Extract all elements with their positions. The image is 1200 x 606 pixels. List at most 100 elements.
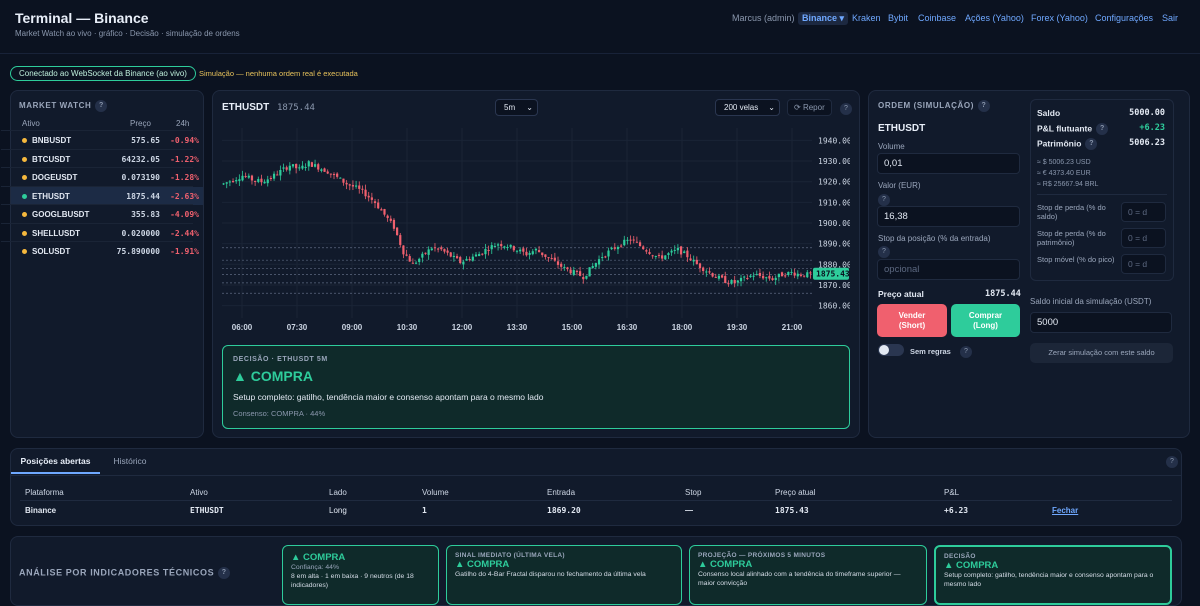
- market-row-solusdt[interactable]: SOLUSDT 75.890000 -1.91%: [11, 242, 203, 260]
- candle-body: [254, 180, 257, 182]
- candle-body: [471, 256, 474, 261]
- tab-open-positions[interactable]: Posições abertas: [11, 449, 100, 474]
- help-icon[interactable]: ?: [878, 194, 890, 206]
- nav-acoes[interactable]: Ações (Yahoo): [965, 13, 1024, 23]
- pnl-row: P&L flutuante? +6.23: [1037, 123, 1165, 135]
- nav-sair[interactable]: Sair: [1162, 13, 1178, 23]
- market-row-ethusdt[interactable]: ETHUSDT 1875.44 -2.63%: [11, 186, 203, 205]
- market-row-btcusdt[interactable]: BTCUSDT 64232.05 -1.22%: [11, 150, 203, 168]
- candle-body: [777, 273, 780, 278]
- candle-body: [796, 273, 799, 277]
- help-icon[interactable]: ?: [1166, 456, 1178, 468]
- help-icon[interactable]: ?: [977, 100, 990, 112]
- sell-button[interactable]: Vender (Short): [877, 304, 947, 337]
- stop-peak-input[interactable]: 0 = d: [1121, 254, 1166, 274]
- candle-body: [550, 258, 553, 260]
- nav-forex[interactable]: Forex (Yahoo): [1031, 13, 1088, 23]
- volume-label: Volume: [878, 142, 905, 151]
- reset-chart-button[interactable]: ⟳ Repor: [787, 99, 832, 116]
- stop-peak-label: Stop móvel (% do pico): [1037, 255, 1115, 264]
- divider: [1037, 194, 1167, 195]
- market-row-googlbusdt[interactable]: GOOGLBUSDT 355.83 -4.09%: [11, 205, 203, 223]
- candle-body: [446, 250, 449, 253]
- nav-user[interactable]: Marcus (admin): [732, 13, 795, 23]
- candle-body: [689, 258, 692, 261]
- price-chart[interactable]: 1940.00 1930.00 1920.00 1910.00 1900.00 1890.…: [222, 124, 850, 340]
- candle-body: [560, 263, 563, 267]
- card-text: 8 em alta · 1 em baixa · 9 neutros (de 1…: [291, 573, 414, 589]
- value-label: Valor (EUR): [878, 181, 921, 190]
- market-row-shellusdt[interactable]: SHELLUSDT 0.020000 -2.44%: [11, 224, 203, 242]
- candle-body: [708, 271, 711, 273]
- help-icon[interactable]: ?: [1096, 123, 1109, 135]
- value-input[interactable]: 16,38: [877, 206, 1020, 227]
- ws-status-badge: Conectado ao WebSocket da Binance (ao vi…: [10, 66, 196, 81]
- market-row-bnbusdt[interactable]: BNBUSDT 575.65 -0.94%: [11, 131, 203, 149]
- nav-config[interactable]: Configurações: [1095, 13, 1153, 23]
- candle-body: [780, 272, 784, 277]
- stop-position-input[interactable]: opcional: [877, 259, 1020, 280]
- help-icon[interactable]: ?: [878, 246, 890, 258]
- candle-body: [566, 267, 569, 270]
- nav-kraken[interactable]: Kraken: [852, 13, 881, 23]
- candle-body: [367, 195, 370, 198]
- candle-body: [465, 258, 468, 261]
- candle-body: [790, 271, 793, 273]
- nav-bybit[interactable]: Bybit: [888, 13, 908, 23]
- y-tick-label: 1860.00: [818, 302, 850, 311]
- help-icon[interactable]: ?: [218, 567, 231, 579]
- buy-button[interactable]: Comprar (Long): [951, 304, 1020, 337]
- candle-body: [771, 278, 774, 281]
- nav-binance[interactable]: Binance ▾: [798, 12, 849, 25]
- candle-body: [351, 185, 355, 187]
- candle-body: [373, 201, 377, 204]
- candle-body: [676, 247, 680, 251]
- candle-body: [462, 261, 465, 265]
- candle-body: [418, 258, 421, 262]
- help-icon[interactable]: ?: [840, 103, 852, 115]
- init-balance-input[interactable]: 5000: [1030, 312, 1172, 333]
- candles-select[interactable]: 200 velas ⌄: [715, 99, 780, 116]
- x-tick-label: 07:30: [287, 323, 308, 332]
- volume-input[interactable]: 0,01: [877, 153, 1020, 174]
- candle-body: [228, 181, 231, 183]
- market-price: 355.83: [131, 210, 160, 219]
- card-text: Consenso local alinhado com a tendência …: [698, 571, 901, 587]
- tab-history[interactable]: Histórico: [100, 449, 160, 474]
- interval-select[interactable]: 5m ⌄: [495, 99, 538, 116]
- x-tick-label: 16:30: [617, 323, 638, 332]
- candle-body: [298, 167, 301, 169]
- nav-coinbase[interactable]: Coinbase: [918, 13, 956, 23]
- x-tick-label: 12:00: [452, 323, 473, 332]
- close-position-link[interactable]: Fechar: [1052, 506, 1078, 515]
- candle-body: [238, 179, 241, 182]
- candle-body: [547, 257, 550, 259]
- help-icon[interactable]: ?: [1085, 138, 1098, 150]
- candle-body: [635, 241, 638, 243]
- help-icon[interactable]: ?: [95, 100, 108, 112]
- market-row-dogeusdt[interactable]: DOGEUSDT 0.073190 -1.28%: [11, 168, 203, 186]
- candle-body: [430, 248, 433, 251]
- stop-balance-input[interactable]: 0 = d: [1121, 202, 1166, 222]
- candle-body: [231, 180, 235, 182]
- candle-body: [683, 251, 686, 253]
- candle-body: [276, 174, 279, 176]
- status-dot-icon: [22, 212, 27, 217]
- no-rules-toggle[interactable]: [878, 344, 904, 356]
- order-title: ORDEM (SIMULAÇÃO)?: [878, 100, 990, 112]
- candle-body: [288, 165, 291, 171]
- candle-body: [724, 276, 727, 283]
- candle-body: [222, 183, 225, 185]
- candle-body: [370, 197, 373, 200]
- help-icon[interactable]: ?: [960, 346, 972, 358]
- stop-equity-input[interactable]: 0 = d: [1121, 228, 1166, 248]
- candle-body: [506, 246, 509, 248]
- reset-sim-button[interactable]: Zerar simulação com este saldo: [1030, 343, 1173, 363]
- candle-body: [803, 275, 806, 277]
- candle-body: [383, 209, 386, 215]
- candle-body: [291, 164, 295, 167]
- candle-body: [522, 248, 525, 252]
- col-side: Lado: [329, 488, 347, 497]
- candle-body: [667, 253, 670, 256]
- candle-body: [348, 184, 351, 186]
